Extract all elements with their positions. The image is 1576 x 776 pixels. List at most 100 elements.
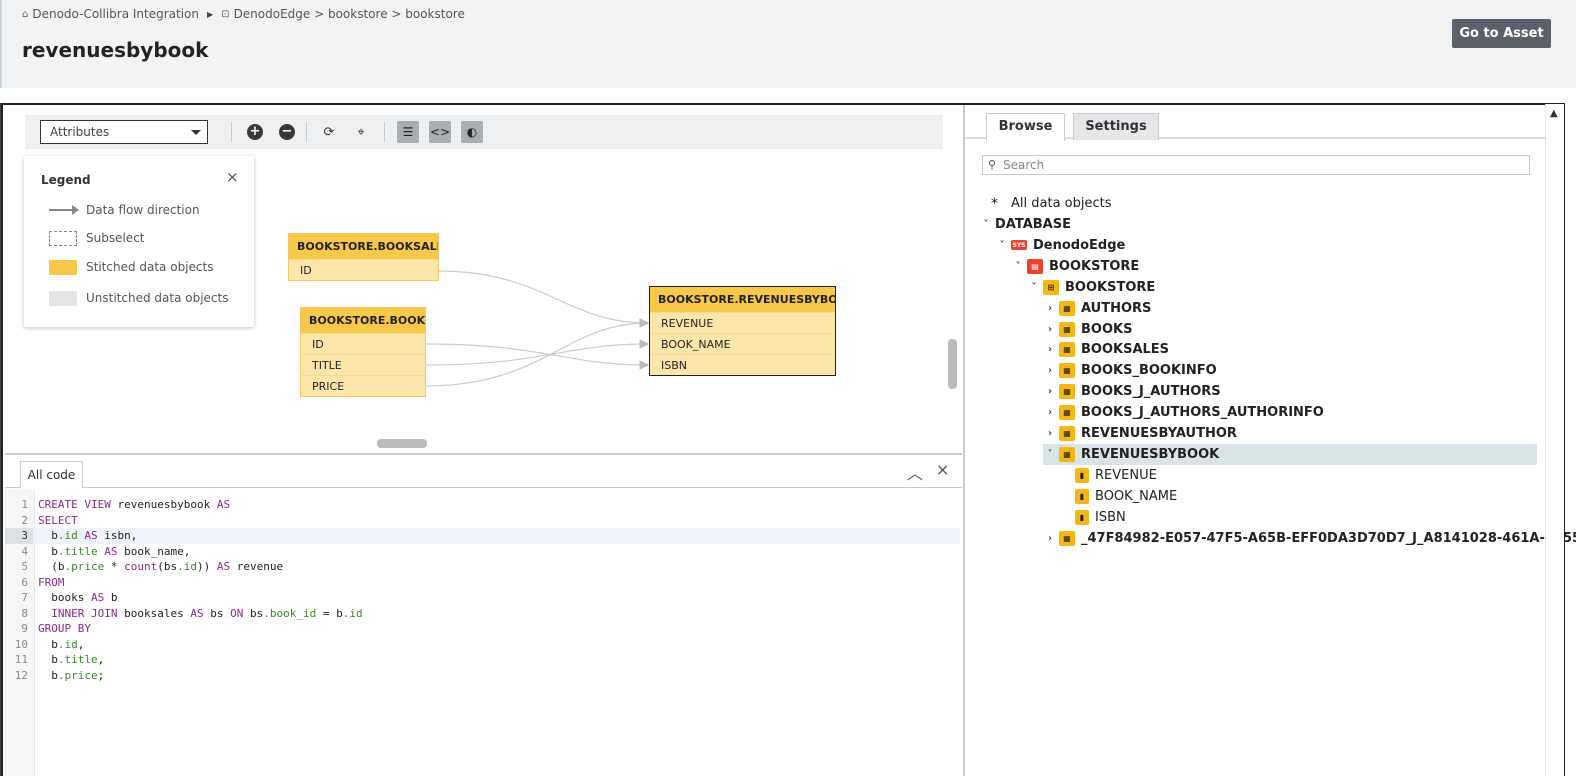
chevron-right-icon[interactable]: ›: [1043, 407, 1057, 418]
asterisk-icon: *: [991, 195, 998, 212]
table-icon: ▦: [1059, 426, 1075, 441]
page-title: revenuesbybook: [22, 38, 209, 62]
code-line[interactable]: 1 CREATE VIEW revenuesbybook AS: [5, 497, 960, 513]
tree-item[interactable]: ▮ REVENUE: [1059, 465, 1157, 486]
node-title: BOOKSTORE.BOOKSALES: [289, 234, 438, 259]
code-line[interactable]: 6 FROM: [5, 575, 960, 591]
tree-item-label: BOOKSTORE: [1049, 258, 1140, 274]
code-text: b.price;: [51, 668, 105, 682]
tree-item[interactable]: › ▦ BOOKS_BOOKINFO: [1043, 360, 1217, 381]
tree-item[interactable]: ˅ ▤ BOOKSTORE: [1011, 256, 1139, 277]
stitched-swatch: [49, 259, 77, 275]
code-line[interactable]: 8 INNER JOIN booksales AS bs ON bs.book_…: [5, 606, 960, 622]
node-field[interactable]: ID: [289, 259, 438, 280]
node-bookstore-revenuesbybook[interactable]: BOOKSTORE.REVENUESBYBOOK REVENUE BOOK_NA…: [649, 286, 836, 376]
chevron-right-icon[interactable]: ›: [1043, 428, 1057, 439]
tree-item[interactable]: › ▦ _47F84982-E057-47F5-A65B-EFF0DA3D70D7_…: [1043, 528, 1576, 549]
breadcrumb-community[interactable]: Denodo-Collibra Integration: [32, 7, 199, 21]
tree-item[interactable]: ˅ DATABASE: [979, 214, 1071, 235]
node-field[interactable]: REVENUE: [650, 312, 835, 333]
scroll-up-icon[interactable]: ▲: [1550, 108, 1558, 119]
chevron-right-icon[interactable]: ›: [1043, 365, 1057, 376]
code-line[interactable]: 2 SELECT: [5, 513, 960, 529]
tree-item[interactable]: ˅ ⊞ BOOKSTORE: [1027, 277, 1155, 298]
chevron-right-icon[interactable]: ›: [1043, 386, 1057, 397]
tree-item[interactable]: ▮ ISBN: [1059, 507, 1126, 528]
collapse-icon[interactable]: ︿: [907, 460, 923, 484]
schema-icon: ⊞: [1043, 279, 1059, 295]
search-input[interactable]: ⚲ Search: [982, 155, 1530, 175]
tree-item-label: BOOKS: [1081, 321, 1133, 337]
table-icon: ▦: [1059, 363, 1075, 379]
code-text: CREATE VIEW revenuesbybook AS: [38, 498, 231, 511]
go-to-asset-button[interactable]: Go to Asset: [1452, 19, 1551, 48]
tab-browse[interactable]: Browse: [986, 113, 1065, 141]
tree-item-label: REVENUESBYAUTHOR: [1081, 426, 1237, 441]
code-line[interactable]: 10 b.id,: [5, 637, 960, 653]
code-line[interactable]: 3 b.id AS isbn,: [5, 528, 960, 544]
legend-label: Stitched data objects: [86, 260, 214, 274]
tree-item[interactable]: › ▦ BOOKS_J_AUTHORS: [1043, 381, 1221, 402]
tab-all-code[interactable]: All code: [20, 461, 83, 489]
tree-item[interactable]: ▮ BOOK_NAME: [1059, 486, 1177, 507]
code-line[interactable]: 12 b.price;: [5, 668, 960, 684]
line-number: 6: [21, 575, 28, 589]
chevron-down-icon[interactable]: ˅: [979, 219, 993, 230]
legend-item: Stitched data objects: [49, 258, 213, 276]
line-number: 4: [21, 544, 28, 558]
code-line[interactable]: 11 b.title,: [5, 652, 960, 668]
line-number: 10: [14, 637, 28, 651]
tree-item[interactable]: › ▦ REVENUESBYAUTHOR: [1043, 423, 1237, 444]
lineage-canvas[interactable]: Attributes + − ⟳ ⌖ ☰ <> ◐ BOOKSTORE.BOOK…: [5, 105, 962, 453]
tree-item[interactable]: › ▦ BOOKS_J_AUTHORS_AUTHORINFO: [1043, 402, 1324, 423]
code-line[interactable]: 9 GROUP BY: [5, 621, 960, 637]
close-icon[interactable]: ×: [936, 460, 949, 479]
chevron-right-icon[interactable]: ›: [1043, 344, 1057, 355]
tree-item-label: BOOKS_J_AUTHORS: [1081, 384, 1221, 400]
tab-settings[interactable]: Settings: [1073, 113, 1159, 140]
node-bookstore-booksales[interactable]: BOOKSTORE.BOOKSALES ID: [288, 233, 439, 281]
node-field[interactable]: TITLE: [301, 354, 425, 375]
chevron-down-icon[interactable]: ˅: [1011, 261, 1025, 272]
system-icon: SYS: [1011, 240, 1027, 251]
code-text: GROUP BY: [38, 622, 91, 635]
tree-item-label: AUTHORS: [1081, 300, 1152, 316]
close-icon[interactable]: ×: [226, 168, 239, 186]
table-icon: ▦: [1059, 384, 1075, 400]
chevron-right-icon[interactable]: ›: [1043, 303, 1057, 314]
chevron-right-icon[interactable]: ›: [1043, 533, 1057, 544]
breadcrumb-domain[interactable]: DenodoEdge > bookstore > bookstore: [234, 7, 465, 21]
vertical-scrollbar[interactable]: [948, 339, 957, 389]
chevron-down-icon[interactable]: ˅: [1043, 449, 1057, 460]
legend-item: Unstitched data objects: [49, 289, 228, 307]
tree-item[interactable]: › ▦ AUTHORS: [1043, 298, 1151, 319]
node-field[interactable]: PRICE: [301, 375, 425, 396]
chevron-down-icon[interactable]: ˅: [1027, 282, 1041, 293]
legend-item: Subselect: [49, 229, 145, 247]
code-text: b.title AS book_name,: [51, 544, 191, 558]
tree-item-label: DATABASE: [995, 217, 1071, 232]
tree-item[interactable]: › ▦ BOOKSALES: [1043, 339, 1169, 360]
tree-item[interactable]: ˅ SYS DenodoEdge: [995, 235, 1126, 256]
code-line[interactable]: 5 (b.price * count(bs.id)) AS revenue: [5, 559, 960, 575]
edge-books-price-to-revenue: [424, 318, 650, 387]
node-bookstore-books[interactable]: BOOKSTORE.BOOKS ID TITLE PRICE: [300, 307, 426, 397]
legend-item: Data flow direction: [49, 201, 200, 219]
domain-icon: ⊡: [221, 8, 230, 20]
code-line[interactable]: 7 books AS b: [5, 590, 960, 606]
tree-item-label: BOOKSTORE: [1065, 279, 1156, 295]
node-field[interactable]: BOOK_NAME: [650, 333, 835, 354]
page-scrollbar[interactable]: ▲: [1545, 104, 1564, 776]
all-data-objects-item[interactable]: * All data objects: [991, 193, 1112, 214]
code-line[interactable]: 4 b.title AS book_name,: [5, 544, 960, 560]
edge-booksales-id-to-revenue: [437, 270, 650, 328]
tree-item[interactable]: › ▦ BOOKS: [1043, 319, 1132, 340]
node-field[interactable]: ISBN: [650, 354, 835, 375]
node-field[interactable]: ID: [301, 333, 425, 354]
horizontal-scrollbar[interactable]: [377, 439, 427, 448]
tree-item-label: ISBN: [1095, 509, 1126, 525]
chevron-down-icon[interactable]: ˅: [995, 240, 1009, 251]
tree-item[interactable]: ˅ ▦ REVENUESBYBOOK: [1043, 443, 1537, 465]
lineage-frame: Attributes + − ⟳ ⌖ ☰ <> ◐ BOOKSTORE.BOOK…: [1, 103, 1576, 776]
chevron-right-icon[interactable]: ›: [1043, 324, 1057, 335]
